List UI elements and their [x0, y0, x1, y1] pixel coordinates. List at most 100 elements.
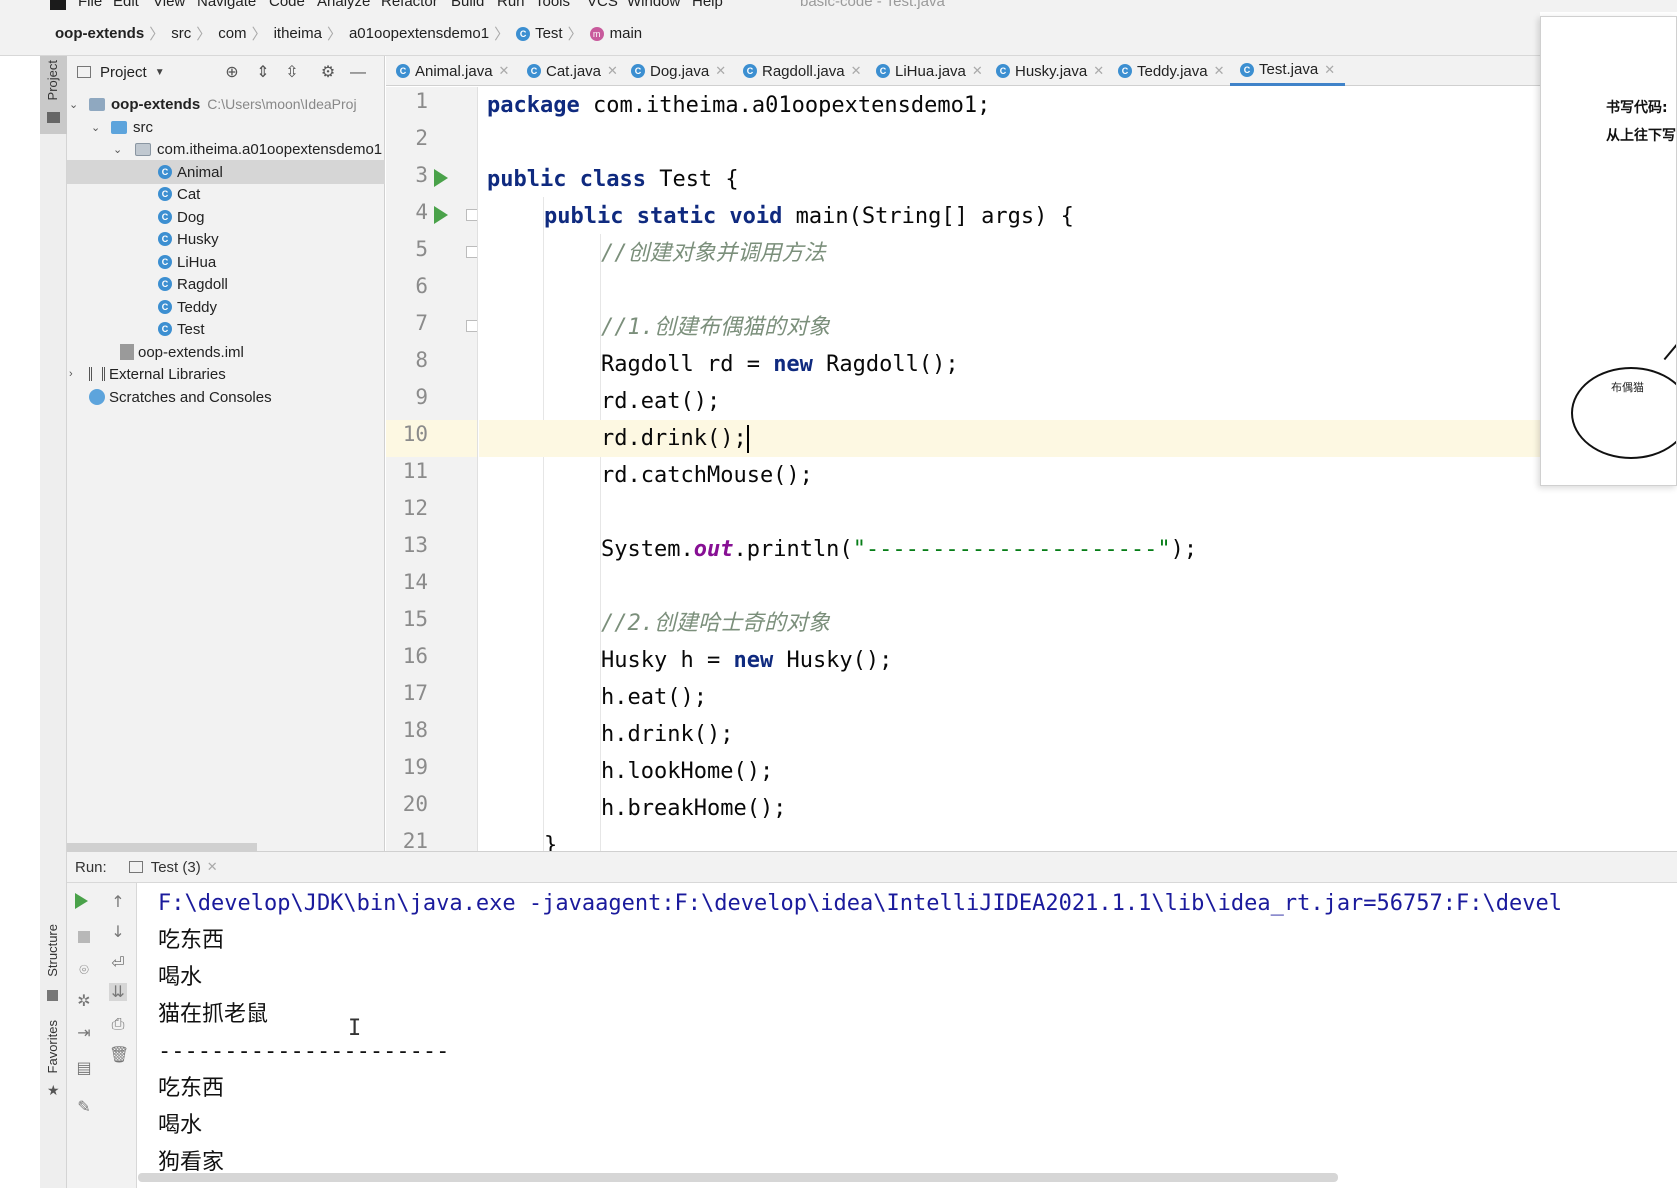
- menu-help[interactable]: Help: [692, 0, 723, 10]
- gear-icon[interactable]: ⚙: [319, 64, 337, 82]
- console-horizontal-scrollbar[interactable]: [138, 1173, 1338, 1182]
- pin-icon[interactable]: ✎: [75, 1098, 93, 1116]
- arrow-up-icon[interactable]: ↑: [109, 893, 127, 911]
- scroll-to-end-icon[interactable]: ⇊: [109, 983, 127, 1001]
- layout-icon[interactable]: ▤: [75, 1059, 93, 1077]
- close-icon[interactable]: ✕: [207, 859, 218, 875]
- line-number: 3: [415, 163, 428, 187]
- tree-item-test[interactable]: C Test: [67, 317, 385, 341]
- close-icon[interactable]: ✕: [607, 63, 618, 79]
- run-tab[interactable]: Test (3) ✕: [128, 859, 218, 876]
- tree-item-animal[interactable]: C Animal: [67, 160, 385, 184]
- tree-item-teddy[interactable]: C Teddy: [67, 295, 385, 319]
- project-tool-tab[interactable]: Project: [40, 56, 67, 134]
- arrow-down-icon[interactable]: ↓: [109, 923, 127, 941]
- tab-dog-java[interactable]: C Dog.java ✕: [621, 56, 726, 86]
- structure-tool-label[interactable]: Structure: [45, 924, 60, 977]
- hide-icon[interactable]: —: [349, 64, 367, 82]
- class-icon: C: [516, 26, 531, 41]
- console-output[interactable]: F:\develop\JDK\bin\java.exe -javaagent:F…: [138, 883, 1677, 1188]
- breadcrumb-project[interactable]: oop-extends: [55, 25, 144, 42]
- camera-icon[interactable]: ⌾: [75, 961, 93, 979]
- close-icon[interactable]: ✕: [851, 63, 862, 79]
- fold-icon[interactable]: [466, 246, 477, 258]
- tab-ragdoll-java[interactable]: C Ragdoll.java ✕: [733, 56, 861, 86]
- close-icon[interactable]: ✕: [1214, 63, 1225, 79]
- tree-item-src[interactable]: ⌄ src: [67, 115, 385, 139]
- collapse-all-icon[interactable]: ⇳: [283, 64, 301, 82]
- tree-item-project-root[interactable]: ⌄ oop-extends C:\Users\moon\IdeaProj: [67, 92, 385, 116]
- tree-item-cat[interactable]: C Cat: [67, 182, 385, 206]
- trash-icon[interactable]: 🗑: [109, 1046, 129, 1064]
- chevron-down-icon[interactable]: ⌄: [91, 121, 100, 134]
- line-number: 17: [402, 681, 428, 705]
- chevron-down-icon[interactable]: ⌄: [69, 98, 78, 111]
- rerun-icon[interactable]: [75, 893, 88, 909]
- fold-icon[interactable]: [466, 209, 477, 221]
- tab-husky-java[interactable]: C Husky.java ✕: [986, 56, 1104, 86]
- close-icon[interactable]: ✕: [972, 63, 983, 79]
- tab-test-java[interactable]: C Test.java ✕: [1230, 56, 1346, 86]
- close-icon[interactable]: ✕: [715, 63, 726, 79]
- breadcrumb-com[interactable]: com: [218, 25, 246, 42]
- favorites-tool-label[interactable]: Favorites: [45, 1020, 60, 1073]
- exit-icon[interactable]: ⇥: [75, 1024, 93, 1042]
- chevron-down-icon[interactable]: ⌄: [113, 143, 122, 156]
- run-class-icon[interactable]: [434, 169, 448, 187]
- menu-view[interactable]: View: [153, 0, 185, 10]
- breadcrumb-method[interactable]: m main: [589, 25, 642, 42]
- breadcrumb-itheima[interactable]: itheima: [274, 25, 322, 42]
- menu-analyze[interactable]: Analyze: [317, 0, 370, 10]
- tree-item-iml[interactable]: oop-extends.iml: [67, 340, 385, 364]
- code-line-20: h.breakHome();: [601, 796, 787, 821]
- soft-wrap-icon[interactable]: ⏎: [109, 954, 127, 972]
- tree-item-scratches[interactable]: Scratches and Consoles: [67, 385, 385, 409]
- project-panel-title[interactable]: Project: [100, 64, 147, 81]
- tab-animal-java[interactable]: C Animal.java ✕: [386, 56, 509, 86]
- tree-item-ragdoll[interactable]: C Ragdoll: [67, 272, 385, 296]
- menu-file[interactable]: File: [78, 0, 102, 10]
- menu-code[interactable]: Code: [269, 0, 305, 10]
- print-icon[interactable]: ⎙: [109, 1015, 127, 1033]
- locate-icon[interactable]: ⊕: [223, 64, 241, 82]
- tab-lihua-java[interactable]: C LiHua.java ✕: [866, 56, 983, 86]
- close-icon[interactable]: ✕: [1093, 63, 1104, 79]
- breadcrumb-src[interactable]: src: [171, 25, 191, 42]
- tab-cat-java[interactable]: C Cat.java ✕: [517, 56, 618, 86]
- menu-tools[interactable]: Tools: [535, 0, 570, 10]
- chevron-down-icon[interactable]: ▼: [155, 67, 165, 78]
- line-number: 8: [415, 348, 428, 372]
- stop-icon[interactable]: [78, 931, 90, 943]
- breadcrumb-package[interactable]: a01oopextensdemo1: [349, 25, 489, 42]
- tree-item-lihua[interactable]: C LiHua: [67, 250, 385, 274]
- menu-edit[interactable]: Edit: [113, 0, 139, 10]
- code-editor[interactable]: package com.itheima.a01oopextensdemo1; p…: [479, 87, 1540, 851]
- close-icon[interactable]: ✕: [499, 63, 510, 79]
- menu-build[interactable]: Build: [451, 0, 484, 10]
- horizontal-scrollbar[interactable]: [67, 843, 257, 851]
- menu-refactor[interactable]: Refactor: [381, 0, 438, 10]
- line-number: 10: [402, 422, 428, 446]
- close-icon[interactable]: ✕: [1324, 62, 1335, 78]
- expand-all-icon[interactable]: ⇕: [254, 64, 272, 82]
- chevron-right-icon[interactable]: ›: [69, 368, 73, 380]
- code-line-4: public static void main(String[] args) {: [544, 204, 1074, 229]
- tree-item-husky[interactable]: C Husky: [67, 227, 385, 251]
- window-title: basic-code - Test.java: [800, 0, 945, 10]
- line-number: 12: [402, 496, 428, 520]
- debug-icon[interactable]: ✲: [75, 992, 93, 1010]
- menu-run[interactable]: Run: [497, 0, 525, 10]
- tree-item-dog[interactable]: C Dog: [67, 205, 385, 229]
- run-method-icon[interactable]: [434, 206, 448, 224]
- code-line-16: Husky h = new Husky();: [601, 648, 893, 673]
- tree-item-external-libraries[interactable]: › External Libraries: [67, 362, 385, 386]
- tree-item-package[interactable]: ⌄ com.itheima.a01oopextensdemo1: [67, 137, 385, 161]
- menu-navigate[interactable]: Navigate: [197, 0, 256, 10]
- fold-icon[interactable]: [466, 320, 477, 332]
- code-line-7-comment: //1.创建布偶猫的对象: [601, 315, 830, 340]
- tab-teddy-java[interactable]: C Teddy.java ✕: [1108, 56, 1225, 86]
- breadcrumb-class[interactable]: C Test: [516, 25, 563, 42]
- class-icon: C: [996, 64, 1010, 78]
- menu-vcs[interactable]: VCS: [587, 0, 618, 10]
- menu-window[interactable]: Window: [627, 0, 680, 10]
